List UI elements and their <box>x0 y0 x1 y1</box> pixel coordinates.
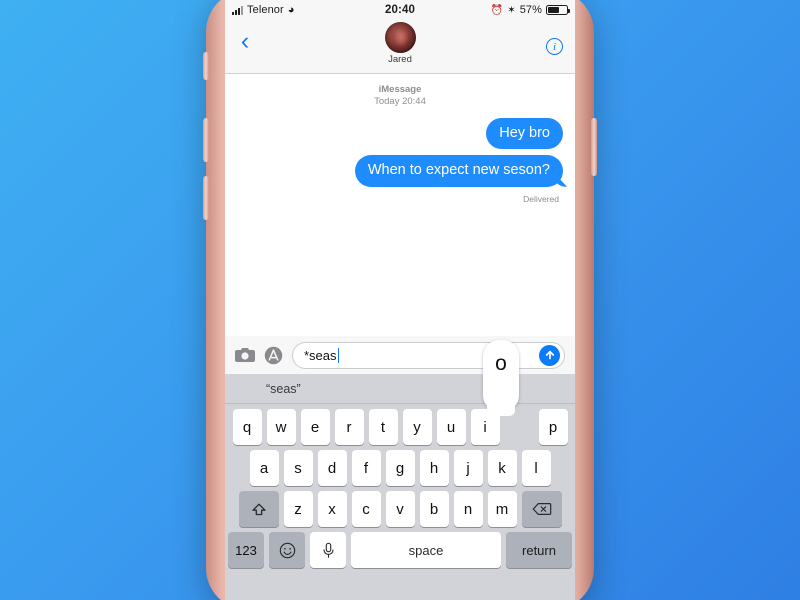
key-popup-o: o <box>483 340 519 416</box>
carrier-label: Telenor <box>247 4 284 16</box>
contact-header[interactable]: Jared <box>225 22 575 65</box>
key-b[interactable]: b <box>419 491 449 527</box>
shift-up-arrow-icon[interactable] <box>238 491 279 527</box>
avatar[interactable] <box>384 22 416 53</box>
clock-label: 20:40 <box>385 4 415 16</box>
emoji-smiley-icon[interactable] <box>269 532 305 568</box>
delivery-status-label: Delivered <box>523 193 559 204</box>
key-z[interactable]: z <box>283 491 313 527</box>
predictive-text-bar: “seas” <box>225 374 575 404</box>
status-bar-right: ⏰ ✶ 57% <box>415 4 571 16</box>
message-bubble-outgoing[interactable]: Hey bro <box>486 117 563 150</box>
key-p[interactable]: p <box>538 409 568 445</box>
key-y[interactable]: y <box>402 409 432 445</box>
key-n[interactable]: n <box>453 491 483 527</box>
message-field-value: *seas <box>304 347 337 363</box>
key-j[interactable]: j <box>453 450 483 486</box>
thread-timestamp: iMessage Today 20:44 <box>237 84 563 108</box>
keyboard-row-4: 123 space return <box>225 527 575 568</box>
return-key[interactable]: return <box>506 532 572 568</box>
microphone-icon[interactable] <box>310 532 346 568</box>
volume-down-button[interactable] <box>203 176 209 220</box>
key-h[interactable]: h <box>419 450 449 486</box>
silent-switch-button[interactable] <box>203 52 209 80</box>
wifi-icon: ◕ <box>287 3 295 16</box>
camera-icon[interactable] <box>235 347 255 363</box>
alarm-clock-icon: ⏰ <box>490 4 504 16</box>
cellular-signal-icon <box>232 5 243 15</box>
contact-name-label: Jared <box>388 54 412 65</box>
keyboard-row-1: q w e r t y u i o p <box>225 404 575 445</box>
key-w[interactable]: w <box>266 409 296 445</box>
prediction-candidate-1[interactable]: “seas” <box>225 382 342 396</box>
key-m[interactable]: m <box>487 491 517 527</box>
key-l[interactable]: l <box>521 450 551 486</box>
key-k[interactable]: k <box>487 450 517 486</box>
numbers-key[interactable]: 123 <box>228 532 264 568</box>
key-q[interactable]: q <box>232 409 262 445</box>
timestamp-label: Today 20:44 <box>374 95 426 107</box>
navigation-bar: ‹ Jared i <box>225 20 575 74</box>
key-s[interactable]: s <box>283 450 313 486</box>
power-button[interactable] <box>591 118 597 176</box>
volume-up-button[interactable] <box>203 118 209 162</box>
status-bar: Telenor ◕ 20:40 ⏰ ✶ 57% <box>225 0 575 20</box>
battery-percent-label: 57% <box>519 4 543 16</box>
on-screen-keyboard: “seas” o q w e r t y u i o p a s d f g h… <box>225 340 575 600</box>
app-store-icon[interactable] <box>264 346 283 365</box>
key-x[interactable]: x <box>317 491 347 527</box>
message-input-bar: *seas <box>225 336 575 374</box>
battery-icon <box>546 5 571 15</box>
key-g[interactable]: g <box>385 450 415 486</box>
key-t[interactable]: t <box>368 409 398 445</box>
send-button[interactable] <box>539 344 560 366</box>
message-row: When to expect new seson? <box>237 155 563 187</box>
chevron-left-icon[interactable]: ‹ <box>225 29 265 64</box>
keyboard-row-3: z x c v b n m <box>225 486 575 527</box>
keyboard-row-2: a s d f g h j k l <box>225 445 575 486</box>
key-c[interactable]: c <box>351 491 381 527</box>
key-v[interactable]: v <box>385 491 415 527</box>
text-cursor <box>337 347 340 363</box>
service-label: iMessage <box>378 84 422 95</box>
backspace-delete-icon[interactable] <box>521 491 562 527</box>
phone-screen: Telenor ◕ 20:40 ⏰ ✶ 57% ‹ Jared i iMessa… <box>225 0 575 600</box>
info-icon[interactable]: i <box>546 38 563 55</box>
message-text-field[interactable]: *seas <box>292 341 565 369</box>
space-key[interactable]: space <box>351 532 501 568</box>
key-u[interactable]: u <box>436 409 466 445</box>
status-bar-left: Telenor ◕ <box>232 4 385 16</box>
key-a[interactable]: a <box>249 450 279 486</box>
key-e[interactable]: e <box>300 409 330 445</box>
bluetooth-icon: ✶ <box>507 4 516 16</box>
key-d[interactable]: d <box>317 450 347 486</box>
message-bubble-outgoing[interactable]: When to expect new seson? <box>354 155 563 187</box>
key-r[interactable]: r <box>334 409 364 445</box>
message-thread: iMessage Today 20:44 Hey bro When to exp… <box>225 74 575 336</box>
key-f[interactable]: f <box>351 450 381 486</box>
message-row: Hey bro <box>237 117 563 150</box>
